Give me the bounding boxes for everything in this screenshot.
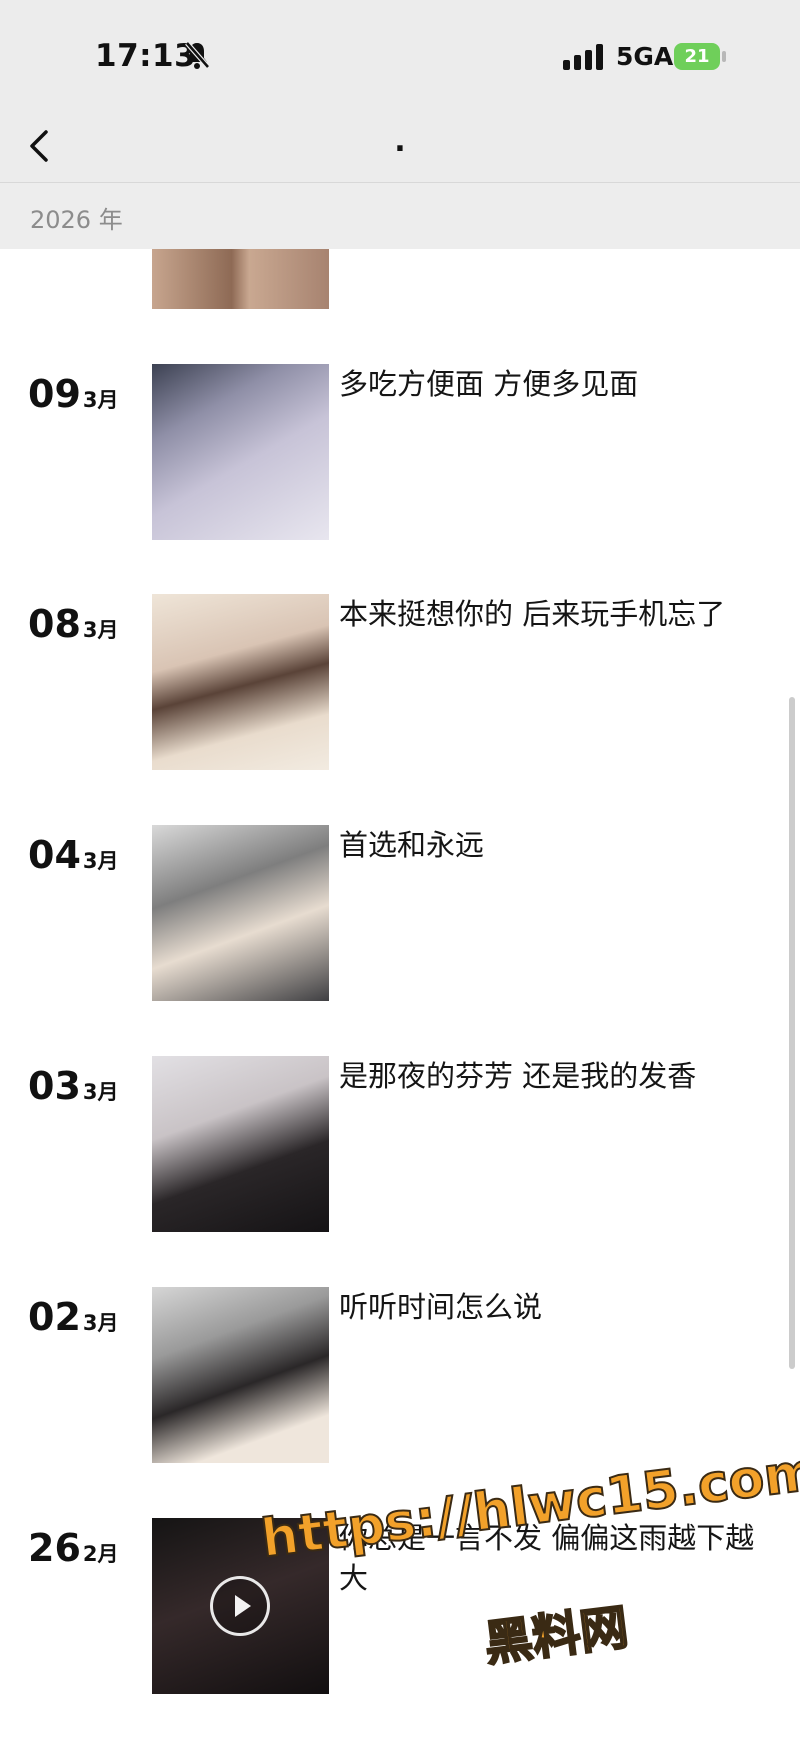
battery-icon: 21 [674, 43, 728, 70]
timeline-entry[interactable]: 093月 多吃方便面 方便多见面 [0, 364, 800, 542]
entry-day: 04 [28, 833, 81, 877]
page-title: . [394, 124, 406, 159]
play-icon[interactable] [210, 1576, 270, 1636]
entry-date: 262月 [28, 1526, 119, 1570]
entry-date: 023月 [28, 1295, 119, 1339]
entry-month: 3月 [82, 388, 119, 412]
mute-bell-icon [185, 41, 210, 69]
photo-thumbnail[interactable] [152, 1287, 329, 1463]
nav-bar: . [0, 110, 800, 183]
entry-day: 03 [28, 1064, 81, 1108]
entry-month: 2月 [82, 1542, 119, 1566]
battery-cap [722, 51, 726, 62]
signal-icon [563, 44, 603, 70]
entry-caption: 首选和永远 [339, 828, 485, 862]
entry-month: 3月 [82, 1311, 119, 1335]
entry-month: 3月 [82, 849, 119, 873]
previous-photo-thumbnail[interactable] [152, 249, 329, 309]
photo-thumbnail[interactable] [152, 1056, 329, 1232]
battery-level: 21 [684, 46, 710, 67]
timeline-entry[interactable]: 033月 是那夜的芬芳 还是我的发香 [0, 1056, 800, 1234]
year-label: 2026 年 [30, 206, 123, 234]
moments-timeline-screen: 17:13 5GA 21 . 2026 年 093月 多吃方便面 方便多见面 0… [0, 0, 800, 1739]
play-triangle [235, 1595, 251, 1617]
status-time: 17:13 [95, 38, 197, 74]
entry-month: 3月 [82, 618, 119, 642]
entry-caption: 本来挺想你的 后来玩手机忘了 [339, 597, 726, 631]
entry-caption: 听听时间怎么说 [339, 1290, 543, 1324]
entry-day: 08 [28, 602, 81, 646]
entry-caption: 是那夜的芬芳 还是我的发香 [339, 1059, 697, 1093]
timeline-entry[interactable]: 023月 听听时间怎么说 [0, 1287, 800, 1465]
entry-day: 09 [28, 372, 81, 416]
entry-date: 093月 [28, 372, 119, 416]
photo-thumbnail[interactable] [152, 594, 329, 770]
entry-date: 033月 [28, 1064, 119, 1108]
year-header: 2026 年 [0, 183, 800, 249]
status-bar: 17:13 5GA 21 [0, 0, 800, 110]
timeline-entry[interactable]: 043月 首选和永远 [0, 825, 800, 1003]
network-type: 5GA [616, 42, 674, 71]
entry-date: 043月 [28, 833, 119, 877]
photo-thumbnail[interactable] [152, 364, 329, 540]
entry-day: 02 [28, 1295, 81, 1339]
photo-thumbnail[interactable] [152, 825, 329, 1001]
entry-month: 3月 [82, 1080, 119, 1104]
scrollbar[interactable] [789, 697, 795, 1369]
timeline-entry[interactable]: 083月 本来挺想你的 后来玩手机忘了 [0, 594, 800, 772]
entry-date: 083月 [28, 602, 119, 646]
entry-caption: 多吃方便面 方便多见面 [339, 367, 639, 401]
back-chevron-icon[interactable] [24, 124, 58, 168]
entry-day: 26 [28, 1526, 81, 1570]
